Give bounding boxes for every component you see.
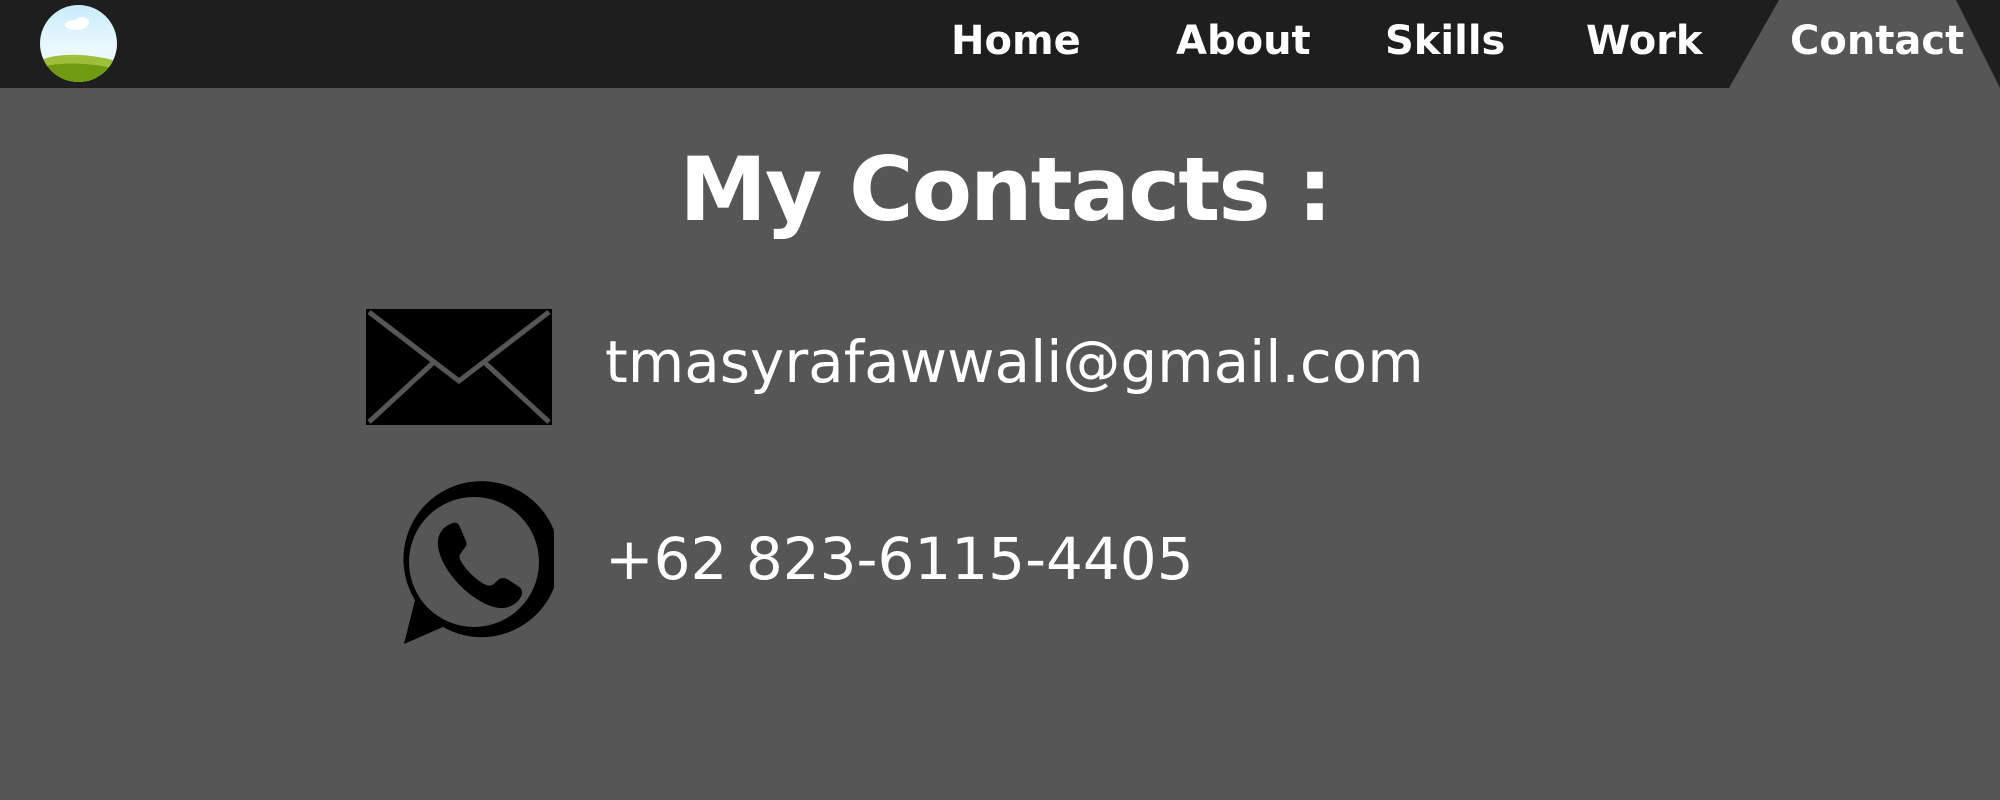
- nav-home-link[interactable]: Home: [951, 0, 1081, 80]
- logo-icon[interactable]: [40, 5, 117, 82]
- nav-contact-link[interactable]: Contact: [1790, 0, 1964, 80]
- phone-link[interactable]: +62 823-6115-4405: [605, 525, 1194, 593]
- navbar: Home About Skills Work Contact: [0, 0, 2000, 88]
- nav-work-link[interactable]: Work: [1586, 0, 1703, 80]
- contact-item-email: tmasyrafawwali@gmail.com: [360, 282, 1560, 452]
- envelope-icon: [366, 309, 552, 429]
- whatsapp-icon: [384, 478, 560, 652]
- email-link[interactable]: tmasyrafawwali@gmail.com: [605, 328, 1424, 396]
- page-title: My Contacts :: [679, 138, 1332, 241]
- contact-item-phone: +62 823-6115-4405: [360, 478, 1560, 648]
- nav-skills-link[interactable]: Skills: [1385, 0, 1505, 80]
- nav-about-link[interactable]: About: [1176, 0, 1311, 80]
